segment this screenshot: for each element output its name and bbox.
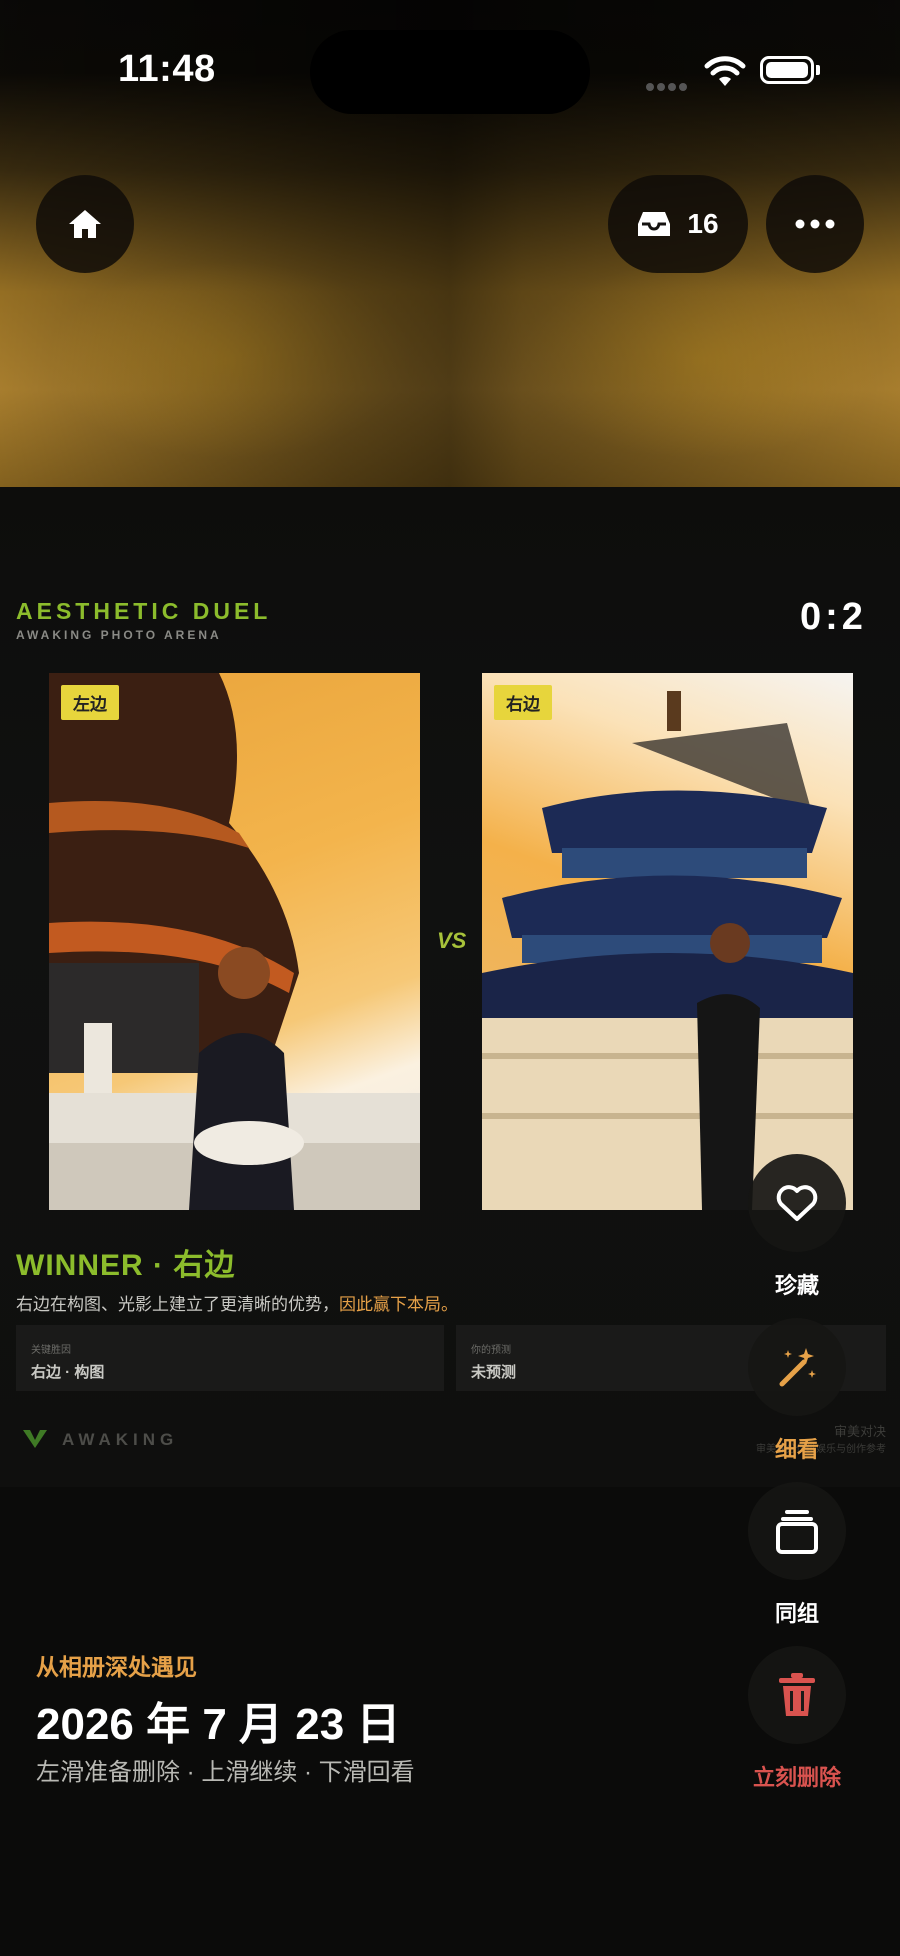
duel-score: 0:2 [800,596,867,638]
battery-icon [760,56,814,84]
signal-icon [646,78,690,96]
photo-date: 2026 年 7 月 23 日 [36,1700,401,1749]
more-icon [795,219,835,229]
detail-circle[interactable] [748,1318,846,1416]
detail-label: 细看 [774,1437,819,1462]
favorite-circle[interactable] [748,1154,846,1252]
temple-left-image [49,673,420,1210]
favorite-button[interactable]: 珍藏 [744,1154,850,1300]
group-circle[interactable] [748,1482,846,1580]
photo-source: 从相册深处遇见 [36,1654,197,1680]
group-label: 同组 [774,1601,819,1626]
heart-icon [776,1185,818,1221]
magic-wand-icon [779,1348,816,1387]
prediction-label: 你的预测 [471,1345,511,1356]
delete-label: 立刻删除 [752,1765,841,1790]
inbox-icon [638,212,671,236]
delete-circle[interactable] [748,1646,846,1744]
status-time: 11:48 [118,48,216,90]
right-tag: 右边 [494,685,552,720]
left-tag: 左边 [61,685,119,720]
home-icon [69,210,101,238]
delete-button[interactable]: 立刻删除 [744,1646,850,1792]
gesture-hint: 左滑准备删除 · 上滑继续 · 下滑回看 [36,1759,415,1786]
dynamic-island [310,30,590,114]
winner-label: WINNER · 右边 [16,1249,236,1282]
brand-name: AWAKING [62,1430,179,1449]
key-reason-label: 关键胜因 [31,1345,71,1356]
trash-icon [779,1673,815,1716]
detail-button[interactable]: 细看 [744,1318,850,1464]
temple-right-image [482,691,853,1210]
battery-cap [816,65,820,75]
duel-subtitle: AWAKING PHOTO ARENA [16,628,222,642]
reason-accent: 因此赢下本局。 [339,1295,458,1314]
winner-reason: 右边在构图、光影上建立了更清晰的优势，因此赢下本局。 [16,1290,458,1315]
duel-title: AESTHETIC DUEL [16,598,272,624]
brand-logo-icon [23,1430,47,1448]
favorite-label: 珍藏 [774,1273,819,1298]
more-button[interactable] [766,175,864,273]
prediction-value: 未预测 [471,1364,517,1381]
photo-left: 左边 [49,673,420,1210]
key-reason-value: 右边 · 构图 [31,1364,105,1381]
key-reason-box: 关键胜因 右边 · 构图 [16,1325,444,1391]
wifi-icon [704,56,746,86]
group-button[interactable]: 同组 [744,1482,850,1628]
reason-main: 右边在构图、光影上建立了更清晰的优势， [16,1295,339,1314]
stack-icon [776,1510,818,1554]
home-button[interactable] [36,175,134,273]
photo-right: 右边 [482,673,853,1210]
inbox-button[interactable]: 16 [608,175,748,273]
inbox-count: 16 [687,208,719,239]
vs-label: VS [437,928,467,953]
